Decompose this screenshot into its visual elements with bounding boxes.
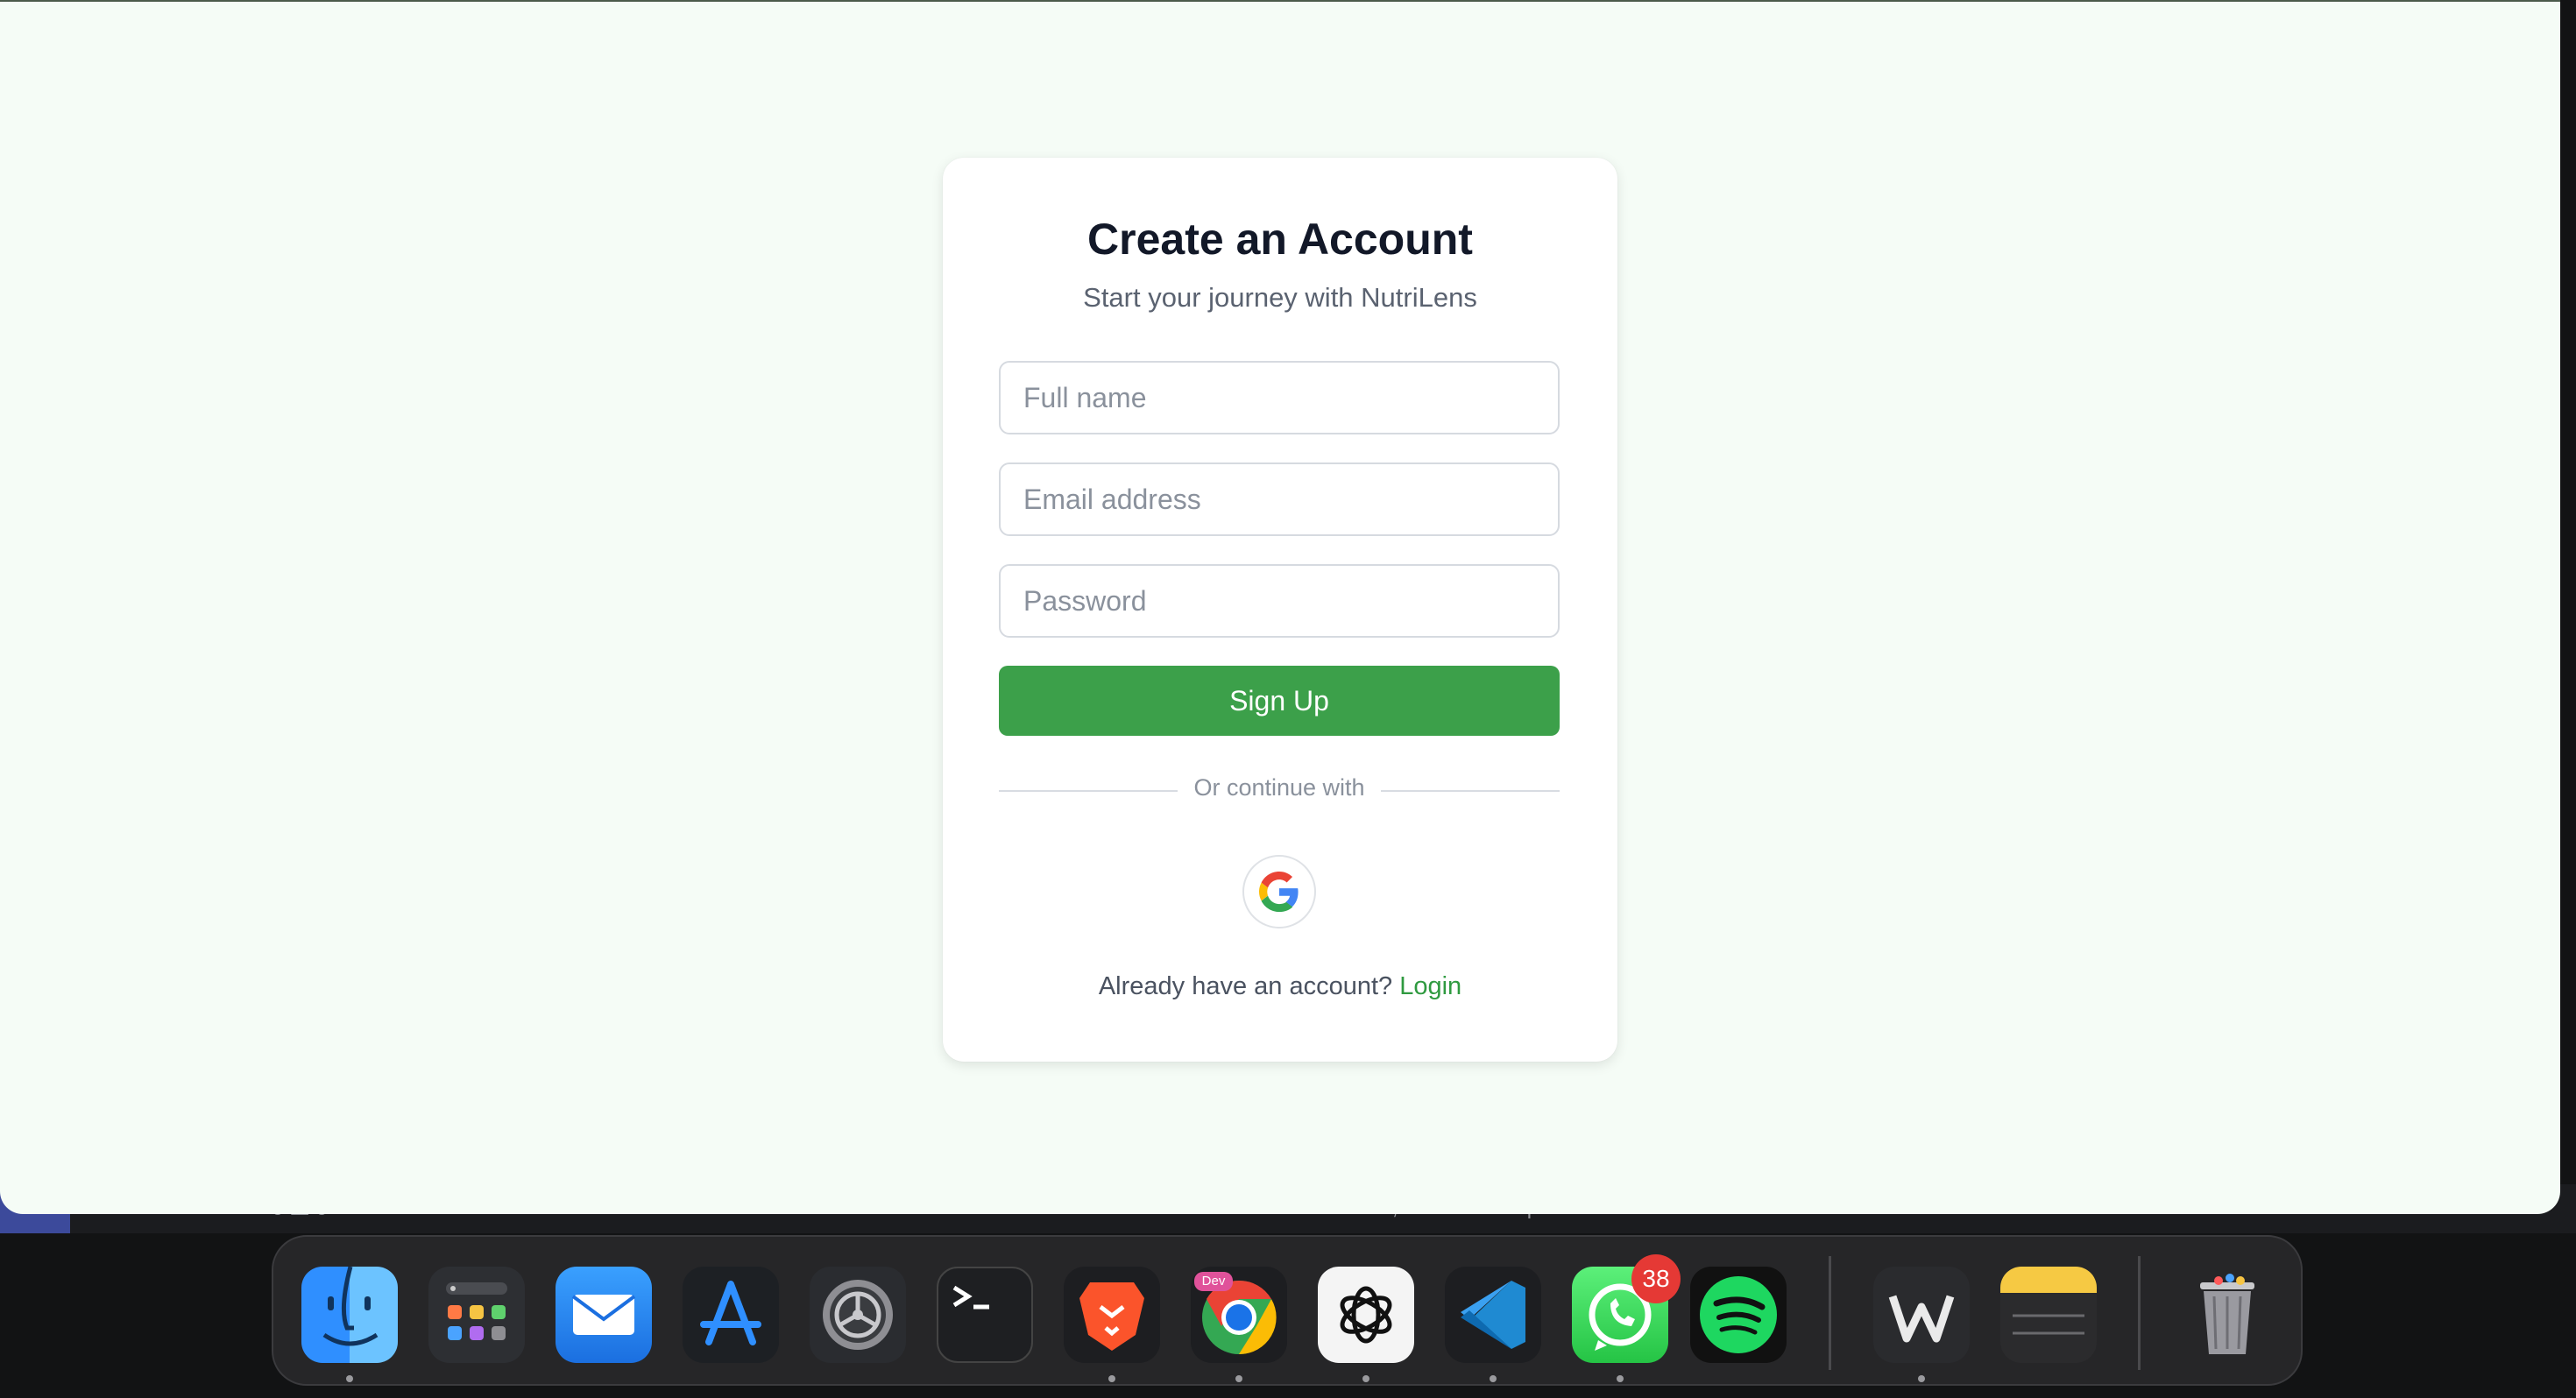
chatgpt-running-dot	[1362, 1375, 1369, 1382]
whatsapp-badge: 38	[1631, 1254, 1681, 1303]
screen: main 0 ⚠ 0 Live Share Ln 1, Col 1 Spaces…	[0, 0, 2576, 1398]
chrome-running-dot	[1235, 1375, 1242, 1382]
vscode-icon[interactable]	[1445, 1267, 1541, 1363]
wps-running-dot	[1918, 1375, 1925, 1382]
brave-icon[interactable]	[1064, 1267, 1160, 1363]
terminal-icon[interactable]	[937, 1267, 1033, 1363]
password-input[interactable]	[999, 564, 1560, 638]
finder-icon[interactable]	[301, 1267, 398, 1363]
chatgpt-icon[interactable]	[1318, 1267, 1414, 1363]
divider: Or continue with	[999, 773, 1560, 808]
dock-separator	[1829, 1256, 1831, 1370]
signup-card: Create an Account Start your journey wit…	[943, 158, 1617, 1062]
google-icon	[1259, 872, 1299, 912]
vscode-running-dot	[1490, 1375, 1497, 1382]
whatsapp-running-dot	[1617, 1375, 1624, 1382]
google-signin-button[interactable]	[1242, 855, 1316, 928]
whatsapp-icon[interactable]: 38	[1572, 1254, 1681, 1363]
page-title: Create an Account	[1087, 215, 1473, 264]
login-row: Already have an account? Login	[943, 972, 1617, 1001]
chrome-dev-label: Dev	[1194, 1272, 1233, 1291]
finder-running-dot	[346, 1375, 353, 1382]
chrome-dev-icon[interactable]: Dev	[1191, 1267, 1287, 1363]
divider-text: Or continue with	[1193, 774, 1365, 801]
email-input[interactable]	[999, 462, 1560, 536]
login-link[interactable]: Login	[1399, 972, 1461, 1000]
fullname-input[interactable]	[999, 361, 1560, 434]
mail-icon[interactable]	[556, 1267, 652, 1363]
wps-office-icon[interactable]	[1873, 1267, 1970, 1363]
trash-icon[interactable]	[2179, 1267, 2275, 1363]
dock-separator-2	[2138, 1256, 2141, 1370]
notes-icon[interactable]	[2000, 1267, 2097, 1363]
system-settings-icon[interactable]	[810, 1267, 906, 1363]
page-subtitle: Start your journey with NutriLens	[1083, 282, 1477, 313]
divider-line-right	[1381, 790, 1560, 792]
brave-running-dot	[1108, 1375, 1115, 1382]
signup-button[interactable]: Sign Up	[999, 666, 1560, 736]
login-prompt: Already have an account?	[1098, 972, 1393, 1000]
browser-page: Create an Account Start your journey wit…	[0, 0, 2560, 1214]
dock: Dev 38	[272, 1235, 2303, 1386]
app-store-icon[interactable]	[683, 1267, 779, 1363]
launchpad-icon[interactable]	[428, 1267, 525, 1363]
spotify-icon[interactable]	[1690, 1267, 1787, 1363]
